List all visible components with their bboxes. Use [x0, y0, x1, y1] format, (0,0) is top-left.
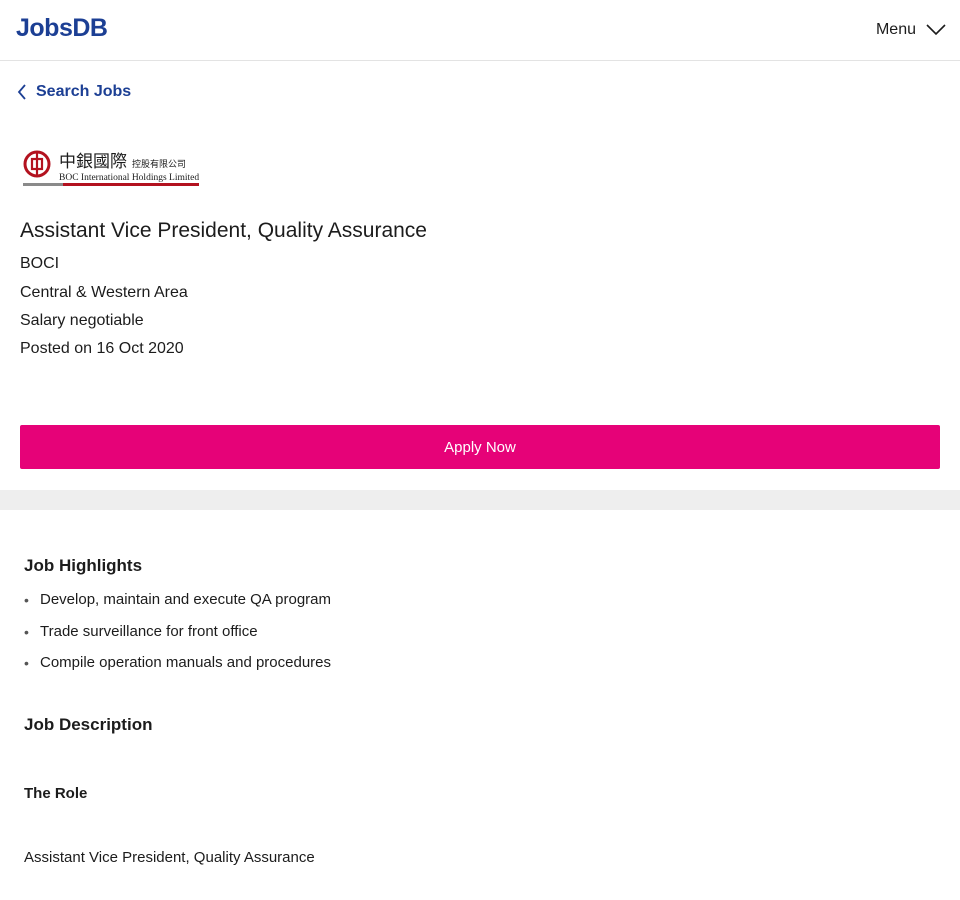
job-description-title: Job Description: [24, 715, 153, 734]
top-header: JobsDB Menu: [0, 0, 960, 61]
menu-label: Menu: [875, 21, 916, 38]
list-item: • Develop, maintain and execute QA progra…: [24, 590, 331, 622]
highlight-text: Trade surveillance for front office: [40, 622, 258, 640]
list-item: • Trade surveillance for front office: [24, 622, 331, 654]
bullet-icon: •: [24, 592, 29, 608]
posted-date: Posted on 16 Oct 2020: [20, 340, 184, 357]
highlight-text: Compile operation manuals and procedures: [40, 654, 332, 671]
job-title: Assistant Vice President, Quality Assura…: [20, 219, 427, 242]
chevron-left-icon: [17, 84, 26, 100]
svg-text:中銀國際: 中銀國際: [59, 152, 127, 172]
list-item: • Compile operation manuals and procedure…: [24, 653, 331, 685]
svg-text:BOC International Holdings Lim: BOC International Holdings Limited: [59, 173, 199, 183]
boc-international-logo: 中銀國際 控股有限公司 BOC International Holdings L…: [23, 150, 199, 186]
apply-now-button[interactable]: Apply Now: [20, 425, 940, 469]
chevron-down-icon: [926, 24, 946, 36]
highlight-text: Develop, maintain and execute QA program: [40, 591, 331, 608]
back-link-label: Search Jobs: [36, 83, 132, 100]
role-heading: The Role: [24, 785, 88, 802]
section-divider: [0, 490, 960, 510]
svg-text:控股有限公司: 控股有限公司: [132, 158, 186, 170]
job-highlights-title: Job Highlights: [24, 556, 143, 575]
job-location: Central & Western Area: [20, 284, 188, 301]
back-to-search-link[interactable]: Search Jobs: [16, 82, 131, 102]
company-name[interactable]: BOCI: [20, 255, 59, 273]
role-text: Assistant Vice President, Quality Assura…: [24, 849, 315, 866]
job-highlights-list: • Develop, maintain and execute QA progra…: [24, 590, 331, 685]
menu-button[interactable]: Menu: [876, 19, 946, 41]
bullet-icon: •: [24, 655, 29, 671]
job-salary: Salary negotiable: [20, 312, 144, 329]
bullet-icon: •: [24, 623, 29, 640]
jobsdb-logo[interactable]: JobsDB: [16, 14, 108, 43]
